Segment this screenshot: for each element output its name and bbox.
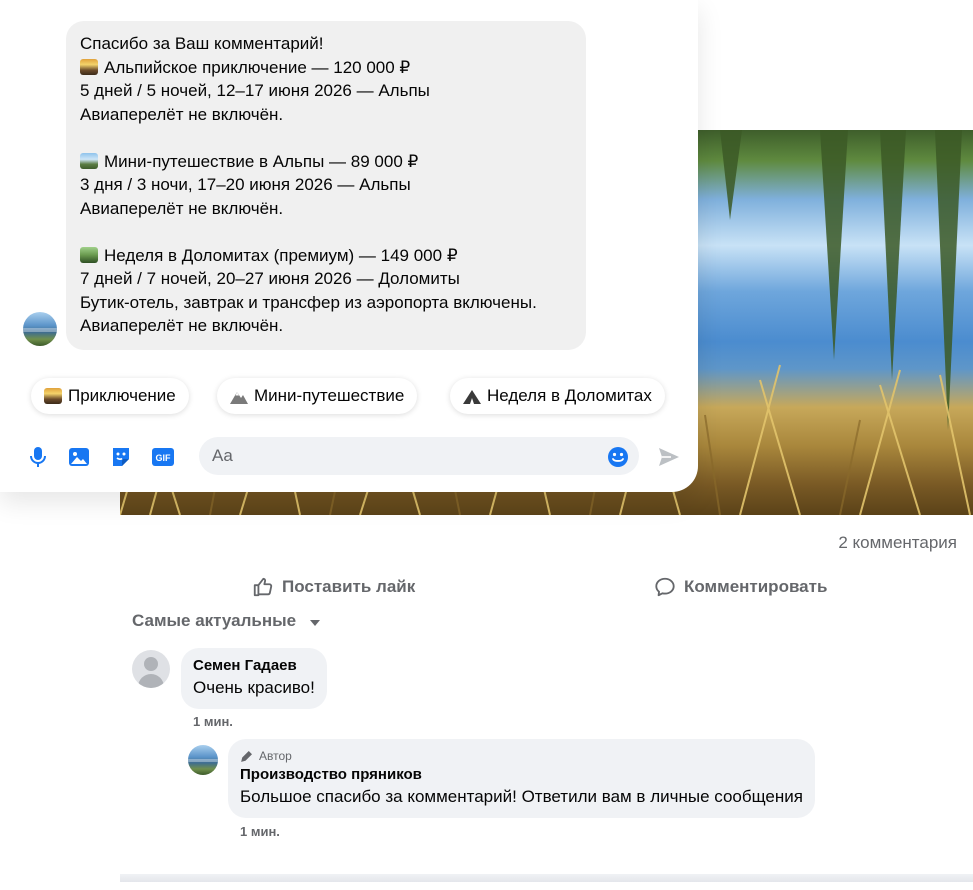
comment-time[interactable]: 1 мин. (240, 824, 280, 839)
avatar[interactable] (188, 745, 218, 775)
bot-message-bubble: Спасибо за Ваш комментарий! Альпийское п… (66, 21, 586, 350)
comment-bubble: Семен Гадаев Очень красиво! (181, 648, 327, 709)
pencil-icon (241, 751, 252, 762)
sticker-icon[interactable] (109, 445, 133, 469)
offer-title: Неделя в Доломитах (премиум) — 149 000 ₽ (104, 245, 458, 265)
gif-label: GIF (156, 453, 172, 463)
comment-label: Комментировать (684, 577, 828, 596)
emoji-icon[interactable] (606, 445, 630, 469)
thumbs-up-icon (253, 577, 273, 597)
offer-dates: 3 дня / 3 ночи, 17–20 июня 2026 — Альпы (80, 175, 411, 194)
caret-down-icon (310, 619, 321, 626)
quick-reply-adventure[interactable]: Приключение (31, 378, 189, 414)
comment-text: Большое спасибо за комментарий! Ответили… (240, 787, 803, 806)
sunset-emoji-icon (80, 58, 98, 75)
avatar[interactable] (132, 650, 170, 688)
offer-note: Бутик-отель, завтрак и трансфер из аэроп… (80, 292, 537, 312)
message-greeting: Спасибо за Ваш комментарий! (80, 34, 324, 53)
offer-dates: 7 дней / 7 ночей, 20–27 июня 2026 — Доло… (80, 269, 460, 288)
tent-emoji-icon (463, 389, 481, 404)
mountain-emoji-icon (80, 152, 98, 169)
quick-reply-dolomites-week[interactable]: Неделя в Доломитах (450, 378, 665, 414)
sunset-emoji-icon (44, 388, 62, 404)
comment-author[interactable]: Семен Гадаев (193, 656, 315, 676)
comment-button[interactable]: Комментировать (654, 570, 827, 604)
author-badge: Автор (240, 747, 803, 765)
offer-note: Авиаперелёт не включён. (80, 316, 284, 335)
sort-label: Самые актуальные (132, 611, 297, 630)
offer-title-line: Мини-путешествие в Альпы — 89 000 ₽ (80, 150, 570, 174)
gif-icon[interactable]: GIF (151, 445, 175, 469)
page-avatar[interactable] (23, 312, 57, 346)
quick-reply-label: Мини-путешествие (254, 386, 405, 405)
quick-reply-label: Неделя в Доломитах (487, 386, 652, 405)
offer-title: Мини-путешествие в Альпы — 89 000 ₽ (104, 151, 419, 171)
offer-title-line: Альпийское приключение — 120 000 ₽ (80, 56, 570, 80)
quick-reply-mini-trip[interactable]: Мини-путешествие (217, 378, 418, 414)
card-bottom-edge (120, 874, 973, 882)
reply-bubble: Автор Производство пряников Большое спас… (228, 739, 815, 818)
comment-sort-dropdown[interactable]: Самые актуальные (132, 611, 321, 631)
send-icon[interactable] (657, 445, 681, 469)
author-badge-label: Автор (259, 749, 292, 763)
comment-author[interactable]: Производство пряников (240, 765, 803, 785)
mountain-emoji-icon (230, 391, 248, 404)
tent-emoji-icon (80, 246, 98, 263)
comment-text: Очень красиво! (193, 678, 315, 697)
speech-bubble-icon (655, 577, 675, 597)
offer-title: Альпийское приключение — 120 000 ₽ (104, 57, 411, 77)
quick-reply-label: Приключение (68, 386, 176, 405)
offer-title-line: Неделя в Доломитах (премиум) — 149 000 ₽ (80, 244, 570, 268)
image-icon[interactable] (67, 445, 91, 469)
like-label: Поставить лайк (282, 577, 416, 596)
comments-count[interactable]: 2 комментария (838, 533, 957, 553)
offer-dates: 5 дней / 5 ночей, 12–17 июня 2026 — Альп… (80, 81, 430, 100)
offer-note: Авиаперелёт не включён. (80, 104, 284, 124)
like-button[interactable]: Поставить лайк (252, 570, 415, 604)
comment-time[interactable]: 1 мин. (193, 714, 233, 729)
chat-panel: Спасибо за Ваш комментарий! Альпийское п… (0, 0, 698, 492)
microphone-icon[interactable] (26, 445, 50, 469)
message-input[interactable] (199, 437, 639, 475)
offer-note: Авиаперелёт не включён. (80, 198, 284, 218)
